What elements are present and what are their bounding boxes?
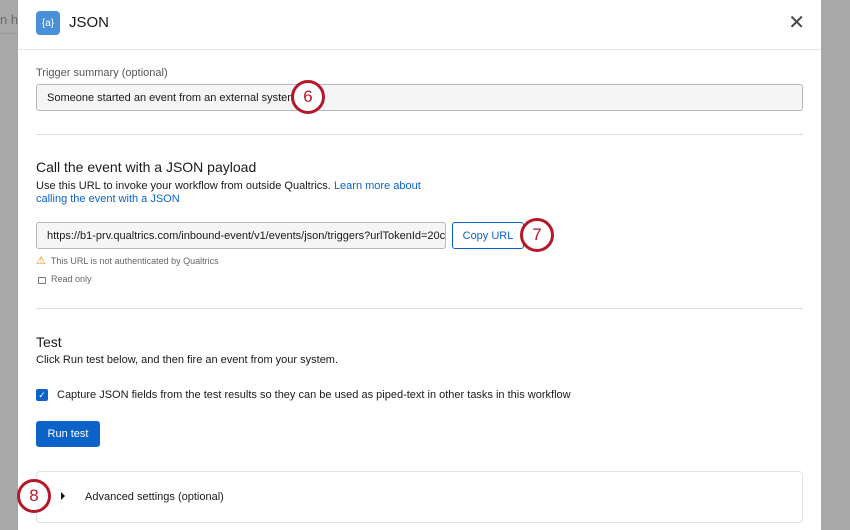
advanced-settings-label: Advanced settings (optional) [85,491,224,503]
step-marker: 8 [17,479,51,513]
trigger-summary-label: Trigger summary (optional) [36,67,168,79]
copy-url-button[interactable]: Copy URL [452,222,524,249]
trigger-summary-input[interactable]: Someone started an event from an externa… [36,84,803,111]
step-marker: 6 [291,80,325,114]
run-test-button[interactable]: Run test [36,421,100,447]
divider [36,308,803,309]
warning-note: ⚠ This URL is not authenticated by Qualt… [36,254,219,267]
capture-json-label: Capture JSON fields from the test result… [57,389,571,401]
divider [36,134,803,135]
payload-description: Use this URL to invoke your workflow fro… [36,180,421,206]
test-description: Click Run test below, and then fire an e… [36,354,339,366]
modal-title: JSON [69,14,110,31]
payload-description-text: Use this URL to invoke your workflow fro… [36,180,331,192]
learn-more-link[interactable]: Learn more about [334,180,421,192]
advanced-settings-section[interactable]: Advanced settings (optional) [36,471,803,523]
json-trigger-modal: {a} JSON ✕ Trigger summary (optional) So… [18,0,821,530]
caret-right-icon [61,492,65,500]
read-only-note: Read only [36,274,92,284]
warning-text: This URL is not authenticated by Qualtri… [50,255,219,266]
url-field[interactable]: https://b1-prv.qualtrics.com/inbound-eve… [36,222,446,249]
lock-icon [38,277,46,284]
modal-header: {a} JSON ✕ [18,0,821,50]
step-marker: 7 [520,218,554,252]
test-heading: Test [36,334,62,350]
learn-more-link-cont[interactable]: calling the event with a JSON [36,193,180,205]
payload-heading: Call the event with a JSON payload [36,159,257,175]
json-icon: {a} [36,11,60,35]
background-divider [0,33,18,34]
warning-icon: ⚠ [36,255,46,267]
read-only-text: Read only [51,274,92,284]
capture-json-checkbox[interactable]: ✓ [36,389,48,401]
close-icon[interactable]: ✕ [788,10,805,35]
